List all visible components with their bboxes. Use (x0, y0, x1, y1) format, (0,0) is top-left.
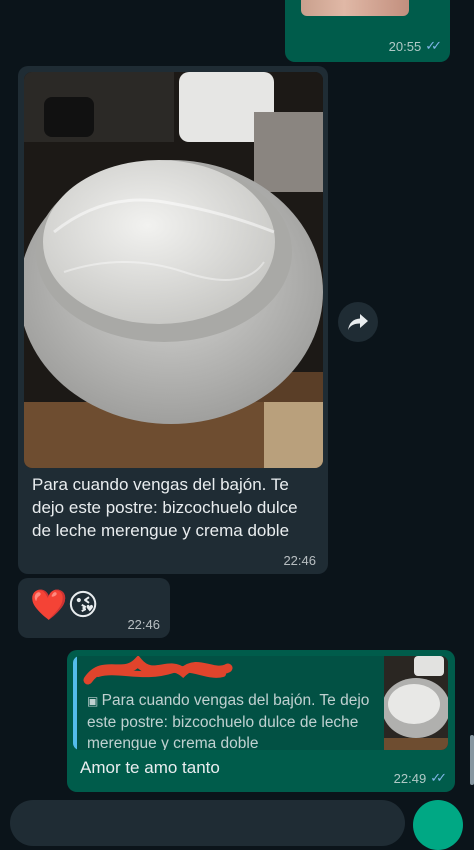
message-text: Amor te amo tanto (80, 758, 220, 777)
quoted-image-thumbnail (382, 656, 448, 750)
cake-photo[interactable] (24, 72, 323, 468)
message-meta: 22:46 (127, 617, 160, 632)
message-meta: 22:49 ✓✓ (394, 770, 447, 786)
double-check-icon: ✓✓ (425, 38, 442, 53)
incoming-emoji-message[interactable]: ❤️😘 22:46 (18, 578, 170, 638)
quoted-message[interactable]: ▣ Para cuando vengas del bajón. Te dejo … (73, 656, 448, 750)
incoming-image-message[interactable]: Para cuando vengas del bajón. Te dejo es… (18, 66, 328, 574)
forward-icon (348, 314, 368, 330)
send-voice-button[interactable] (413, 800, 463, 850)
quoted-thumb-drawing (382, 656, 448, 750)
message-input-bar[interactable] (10, 800, 405, 846)
image-thumbnail-partial[interactable] (301, 0, 409, 16)
camera-icon: ▣ (87, 694, 102, 708)
outgoing-image-message-partial[interactable]: 20:55 ✓✓ (285, 0, 450, 62)
message-meta: 22:46 (283, 553, 316, 568)
message-time: 22:46 (283, 553, 316, 568)
redaction-scribble (83, 656, 233, 685)
message-time: 20:55 (388, 38, 422, 54)
scrollbar-thumb[interactable] (470, 735, 474, 785)
quoted-text-wrapper: ▣ Para cuando vengas del bajón. Te dejo … (87, 690, 377, 750)
quote-accent-bar (73, 656, 77, 750)
message-time: 22:46 (127, 617, 160, 632)
double-check-icon: ✓✓ (430, 770, 447, 785)
outgoing-reply-message[interactable]: ▣ Para cuando vengas del bajón. Te dejo … (67, 650, 455, 792)
message-meta: 20:55 ✓✓ (389, 38, 442, 54)
message-caption: Para cuando vengas del bajón. Te dejo es… (32, 475, 298, 540)
forward-button[interactable] (338, 302, 378, 342)
quoted-text: Para cuando vengas del bajón. Te dejo es… (87, 692, 370, 750)
emoji-content: ❤️😘 (30, 589, 99, 622)
cake-photo-drawing (24, 72, 323, 468)
message-time: 22:49 (393, 770, 427, 786)
